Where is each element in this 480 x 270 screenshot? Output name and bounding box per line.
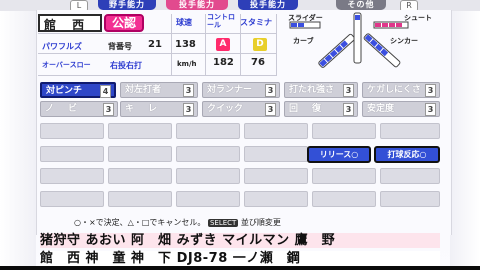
- ability-label: 安定度: [367, 104, 395, 114]
- ability-vs-runner[interactable]: 対ランナー 3: [202, 82, 280, 98]
- curve-bar: [318, 33, 356, 68]
- empty-slot[interactable]: [312, 168, 376, 184]
- ability-label: 対ピンチ: [46, 86, 83, 96]
- game-screen: { "tabs": { "fielder": "野手能力", "pitcher"…: [0, 0, 480, 270]
- ability-label: 打たれ強さ: [289, 85, 335, 95]
- button-guide: ○・×で決定、△・□でキャンセル。 SELECT 並び順変更: [74, 217, 384, 229]
- ability-vs-left[interactable]: 対左打者 3: [120, 82, 198, 98]
- empty-slot[interactable]: [380, 191, 440, 207]
- shoot-bar: [373, 21, 409, 29]
- slider-bar: [289, 21, 321, 29]
- ability-level: 4: [100, 85, 111, 98]
- ability-level: 3: [265, 103, 276, 116]
- empty-slot[interactable]: [380, 123, 440, 139]
- empty-slot[interactable]: [108, 168, 172, 184]
- ability-level: 3: [425, 103, 436, 116]
- empty-slot[interactable]: [40, 146, 104, 162]
- ability-toughness[interactable]: 打たれ強さ 3: [284, 82, 358, 98]
- select-action-hint: 並び順変更: [240, 218, 281, 227]
- ability-level: 3: [343, 84, 354, 97]
- empty-slot[interactable]: [312, 191, 376, 207]
- sinker-bar: [363, 33, 401, 68]
- ability-quick[interactable]: クイック 3: [202, 101, 280, 117]
- ability-kire[interactable]: キレ 3: [120, 101, 198, 117]
- ability-label: クイック: [207, 104, 244, 114]
- empty-slot[interactable]: [40, 191, 104, 207]
- ability-level: 3: [425, 84, 436, 97]
- ability-label: ノビ: [45, 104, 92, 114]
- empty-slot[interactable]: [108, 123, 172, 139]
- screen-border: [0, 266, 480, 270]
- roster-row-1[interactable]: 猪狩守 あおい 阿 畑 みずき マイルマン 鷹 野: [40, 233, 440, 248]
- roster-row-2[interactable]: 館 西 神 童 神 下 DJ8-78 一ノ瀬 鋼: [40, 251, 440, 266]
- empty-slot[interactable]: [244, 123, 308, 139]
- empty-slot[interactable]: [176, 168, 240, 184]
- ability-injury[interactable]: ケガしにくさ 3: [362, 82, 440, 98]
- empty-slot[interactable]: [108, 146, 172, 162]
- select-key-icon: SELECT: [207, 219, 239, 227]
- ability-recovery[interactable]: 回復 3: [284, 101, 358, 117]
- empty-slot[interactable]: [176, 191, 240, 207]
- special-release[interactable]: リリース○: [307, 146, 371, 163]
- empty-slot[interactable]: [244, 146, 308, 162]
- pitch-arrows: [289, 12, 409, 68]
- ability-level: 3: [103, 103, 114, 116]
- ability-label: 対ランナー: [207, 85, 253, 95]
- ability-level: 3: [265, 84, 276, 97]
- ability-level: 3: [343, 103, 354, 116]
- ability-level: 3: [183, 84, 194, 97]
- empty-slot[interactable]: [312, 123, 376, 139]
- ability-nobi[interactable]: ノビ 3: [40, 101, 118, 117]
- empty-slot[interactable]: [176, 123, 240, 139]
- ability-label: 対左打者: [125, 85, 162, 95]
- ability-label: 回復: [289, 104, 336, 114]
- ability-level: 3: [183, 103, 194, 116]
- ability-label: キレ: [125, 104, 172, 114]
- empty-slot[interactable]: [244, 168, 308, 184]
- empty-slot[interactable]: [176, 146, 240, 162]
- empty-slot[interactable]: [108, 191, 172, 207]
- ability-vs-pinch[interactable]: 対ピンチ 4: [40, 82, 116, 98]
- empty-slot[interactable]: [244, 191, 308, 207]
- empty-slot[interactable]: [40, 123, 104, 139]
- confirm-cancel-hint: ○・×で決定、△・□でキャンセル。: [74, 218, 206, 227]
- ability-label: ケガしにくさ: [367, 85, 421, 95]
- empty-slot[interactable]: [380, 168, 440, 184]
- empty-slot[interactable]: [40, 168, 104, 184]
- special-batted-reaction[interactable]: 打球反応○: [374, 146, 440, 163]
- fastball-bar: [353, 12, 362, 64]
- ability-stability[interactable]: 安定度 3: [362, 101, 440, 117]
